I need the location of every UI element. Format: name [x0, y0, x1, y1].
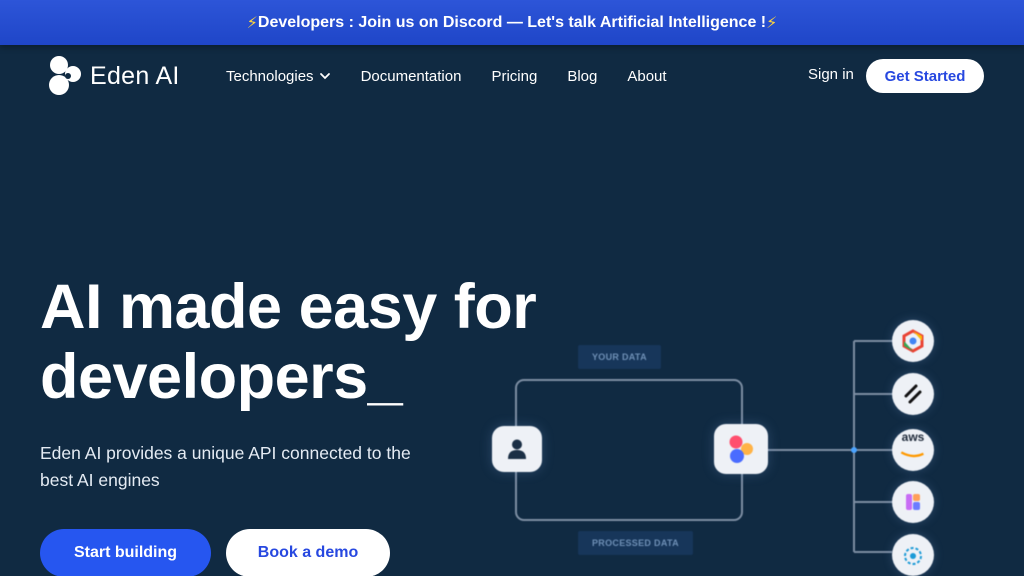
eden-ai-node — [714, 424, 768, 474]
top-navigation: Eden AI Technologies Documentation Prici… — [0, 45, 1024, 107]
ibm-shape — [904, 547, 922, 565]
nav-links: Technologies Documentation Pricing Blog … — [226, 45, 697, 107]
aws-label: aws — [900, 429, 926, 469]
api-flow-diagram: YOUR DATA PROCESSED DATA aws — [480, 300, 1024, 576]
pipe-provider-shape — [904, 384, 922, 404]
chevron-down-icon — [319, 73, 330, 80]
banner-text: Developers : Join us on Discord — Let's … — [257, 13, 767, 31]
nav-about[interactable]: About — [627, 68, 666, 85]
brand-logo[interactable]: Eden AI — [48, 56, 180, 96]
eden-logo-icon — [49, 56, 81, 95]
nav-technologies-label: Technologies — [226, 67, 314, 85]
nav-pricing[interactable]: Pricing — [491, 68, 537, 85]
nav-technologies[interactable]: Technologies — [226, 68, 331, 85]
lightning-icon: ⚡ — [246, 14, 258, 32]
start-building-button[interactable]: Start building — [40, 529, 211, 576]
nav-blog[interactable]: Blog — [567, 68, 597, 85]
hero-subtitle: Eden AI provides a unique API connected … — [40, 443, 411, 490]
brand-name: Eden AI — [90, 61, 180, 90]
sign-in-link[interactable]: Sign in — [808, 66, 854, 83]
aws-smile-icon — [900, 450, 924, 457]
google-cloud-icon — [892, 320, 934, 362]
nav-documentation[interactable]: Documentation — [361, 68, 462, 85]
user-icon — [508, 439, 526, 459]
book-demo-button[interactable]: Book a demo — [226, 529, 390, 576]
aws-text: aws — [901, 429, 925, 444]
processed-data-label: PROCESSED DATA — [578, 531, 693, 555]
google-cloud-shape — [902, 329, 924, 353]
pipe-provider-icon — [892, 373, 934, 415]
microsoft-icon — [892, 481, 934, 523]
microsoft-shape — [906, 494, 920, 510]
eden-logo-icon — [729, 435, 753, 463]
user-node — [492, 426, 542, 472]
your-data-label: YOUR DATA — [578, 345, 661, 369]
get-started-button[interactable]: Get Started — [866, 59, 984, 93]
ibm-icon — [892, 534, 934, 576]
announcement-banner[interactable]: ⚡ Developers : Join us on Discord — Let'… — [0, 0, 1024, 45]
aws-icon: aws — [892, 429, 934, 471]
lightning-icon: ⚡ — [766, 14, 778, 32]
